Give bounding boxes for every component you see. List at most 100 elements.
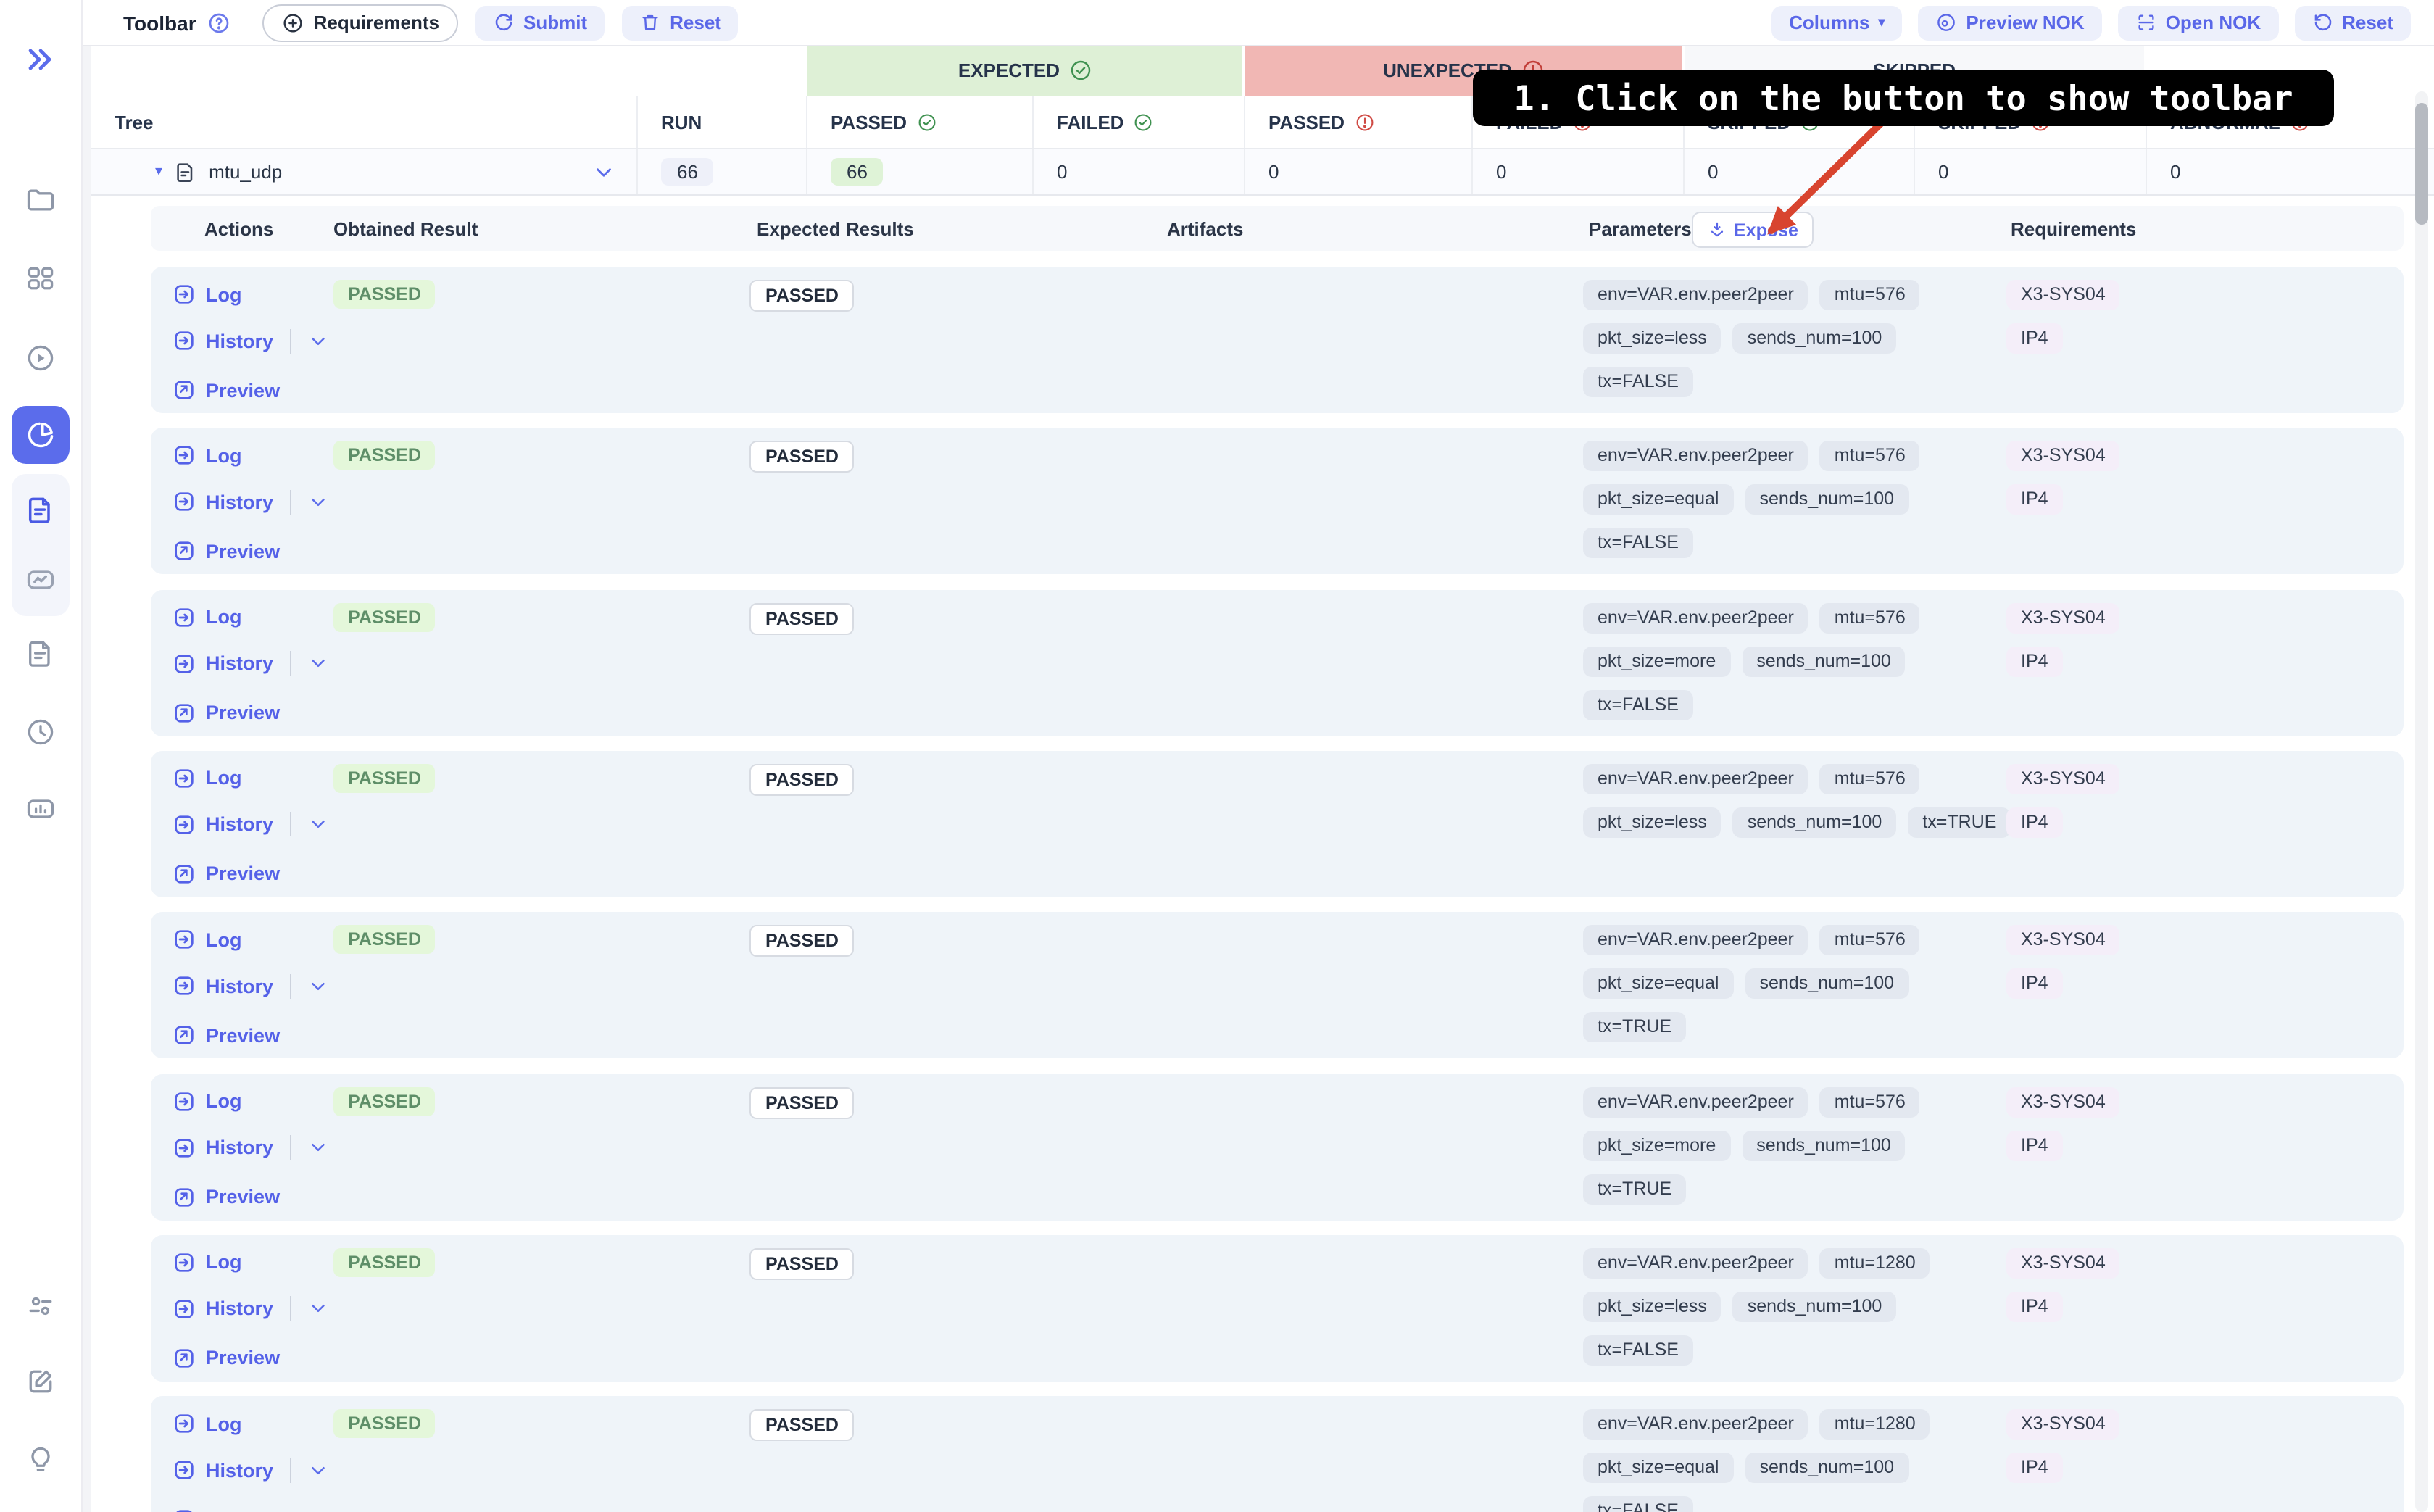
chevron-down-icon[interactable] — [307, 1459, 328, 1481]
preview-link[interactable]: Preview — [173, 1182, 280, 1211]
settings-toggles-icon[interactable] — [25, 1290, 57, 1322]
preview-icon — [173, 1023, 196, 1047]
scrollbar-thumb[interactable] — [2415, 103, 2428, 225]
log-link[interactable]: Log — [173, 764, 242, 793]
log-icon — [173, 1089, 196, 1113]
grid-icon[interactable] — [25, 262, 57, 294]
columns-button[interactable]: Columns▾ — [1771, 5, 1902, 40]
log-link[interactable]: Log — [173, 1409, 242, 1438]
preview-link[interactable]: Preview — [173, 1505, 280, 1512]
history-link[interactable]: History — [173, 1133, 328, 1162]
summary-col-run: RUN — [638, 96, 807, 148]
requirements-button[interactable]: Requirements — [263, 4, 458, 41]
preview-icon — [173, 863, 196, 886]
preview-link[interactable]: Preview — [173, 1344, 280, 1373]
requirement-chip: X3-SYS04 — [2006, 1248, 2120, 1279]
panel-splitter — [83, 45, 91, 1512]
log-link[interactable]: Log — [173, 1087, 242, 1116]
log-label: Log — [206, 1252, 242, 1274]
toolbar-right: Columns▾ Preview NOK Open NOK Reset — [1771, 5, 2411, 40]
param-chip: mtu=576 — [1820, 441, 1920, 472]
param-chip: pkt_size=equal — [1583, 968, 1734, 999]
history-icon — [173, 1136, 196, 1159]
preview-link[interactable]: Preview — [173, 375, 280, 404]
preview-link[interactable]: Preview — [173, 860, 280, 889]
folder-icon[interactable] — [25, 184, 57, 216]
pie-chart-icon[interactable] — [25, 419, 57, 451]
double-chevron-right-icon[interactable] — [23, 42, 58, 77]
summary-col-passed: PASSED — [1245, 96, 1473, 148]
history-link[interactable]: History — [173, 649, 328, 678]
preview-icon — [173, 1347, 196, 1370]
preview-icon — [173, 701, 196, 724]
preview-link[interactable]: Preview — [173, 1021, 280, 1050]
preview-link[interactable]: Preview — [173, 698, 280, 727]
submit-label: Submit — [523, 12, 587, 33]
expected-results-header: Expected Results — [757, 217, 914, 239]
play-circle-icon[interactable] — [25, 342, 57, 374]
history-link[interactable]: History — [173, 488, 328, 517]
bar-chart-icon[interactable] — [25, 793, 57, 825]
requirement-chip: X3-SYS04 — [2006, 280, 2120, 310]
history-link[interactable]: History — [173, 1295, 328, 1324]
app-window: Toolbar Requirements Submit Reset Column… — [0, 0, 2434, 1512]
log-link[interactable]: Log — [173, 602, 242, 631]
log-label: Log — [206, 768, 242, 789]
history-link[interactable]: History — [173, 1455, 328, 1484]
divider — [289, 490, 291, 515]
log-link[interactable]: Log — [173, 925, 242, 954]
param-chip: sends_num=100 — [1733, 807, 1897, 838]
expose-button[interactable]: Expose — [1692, 212, 1814, 248]
chevron-down-icon[interactable] — [307, 652, 328, 674]
result-row: Log History Preview PASSED PASSED env=VA… — [151, 267, 2404, 413]
caret-down-icon: ▾ — [1878, 16, 1885, 29]
clock-icon[interactable] — [25, 716, 57, 748]
reset-right-button[interactable]: Reset — [2294, 5, 2411, 40]
activity-icon[interactable] — [25, 564, 57, 596]
history-link[interactable]: History — [173, 810, 328, 839]
lightbulb-icon[interactable] — [25, 1444, 57, 1476]
open-nok-button[interactable]: Open NOK — [2118, 5, 2278, 40]
chevron-down-icon[interactable] — [307, 1298, 328, 1320]
preview-link[interactable]: Preview — [173, 537, 280, 566]
param-chip: pkt_size=less — [1583, 807, 1721, 838]
edit-icon[interactable] — [25, 1366, 57, 1397]
chevron-down-icon[interactable] — [307, 814, 328, 836]
summary-group-blank-run — [638, 45, 805, 96]
reset-button[interactable]: Reset — [622, 5, 739, 40]
document-icon[interactable] — [25, 638, 57, 670]
chevron-down-icon[interactable] — [307, 1137, 328, 1158]
help-circle-icon[interactable] — [208, 11, 231, 34]
result-row: Log History Preview PASSED PASSED env=VA… — [151, 751, 2404, 897]
requirements-chips: X3-SYS04IP4 — [2006, 441, 2120, 515]
submit-button[interactable]: Submit — [475, 5, 605, 40]
history-link[interactable]: History — [173, 326, 328, 355]
chevron-down-icon[interactable] — [307, 330, 328, 352]
history-icon — [173, 974, 196, 997]
requirement-chip: X3-SYS04 — [2006, 441, 2120, 472]
history-label: History — [206, 491, 273, 513]
expand-caret-icon[interactable]: ▾ — [155, 164, 162, 180]
preview-label: Preview — [206, 379, 280, 401]
parameters-chips: env=VAR.env.peer2peermtu=576pkt_size=les… — [1583, 764, 2018, 838]
report-document-icon[interactable] — [25, 494, 57, 526]
parameters-chips: env=VAR.env.peer2peermtu=576pkt_size=equ… — [1583, 925, 2018, 1042]
divider — [289, 1458, 291, 1482]
history-link[interactable]: History — [173, 971, 328, 1000]
param-chip: mtu=576 — [1820, 602, 1920, 633]
chevron-down-icon[interactable] — [591, 159, 616, 184]
chevron-down-icon[interactable] — [307, 491, 328, 513]
log-icon — [173, 605, 196, 628]
log-link[interactable]: Log — [173, 280, 242, 309]
chevron-down-icon[interactable] — [307, 975, 328, 997]
history-label: History — [206, 1298, 273, 1320]
preview-nok-button[interactable]: Preview NOK — [1918, 5, 2101, 40]
log-link[interactable]: Log — [173, 441, 242, 470]
vertical-scrollbar[interactable] — [2415, 91, 2428, 1512]
expected-result-badge: PASSED — [749, 280, 855, 312]
tree-cell[interactable]: ▾ mtu_udp — [91, 149, 638, 194]
log-link[interactable]: Log — [173, 1248, 242, 1277]
param-chip: tx=TRUE — [1583, 1012, 1686, 1042]
actions-header: Actions — [204, 217, 273, 239]
preview-icon — [173, 540, 196, 563]
